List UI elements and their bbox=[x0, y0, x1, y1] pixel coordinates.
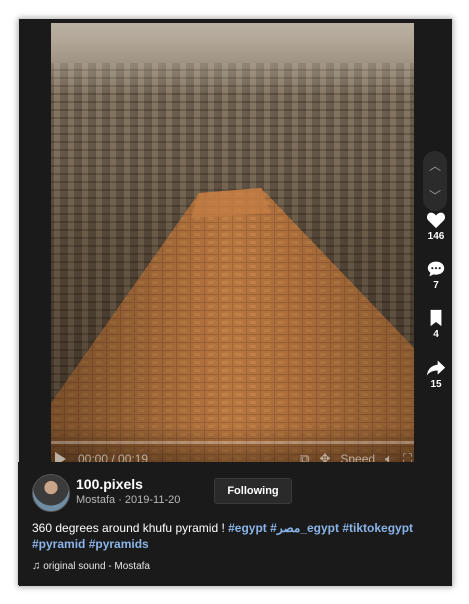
hashtag-link[interactable]: #tiktokegypt bbox=[342, 521, 413, 535]
video-control-row: 00:00 / 00:19 ⧉ ✥ Speed 🔈︎ ⛶ ⋯ bbox=[55, 449, 414, 463]
hashtag-link[interactable]: #egypt bbox=[228, 521, 267, 535]
video-player[interactable]: 00:00 / 00:19 ⧉ ✥ Speed 🔈︎ ⛶ ⋯ bbox=[51, 23, 414, 463]
hashtag-link[interactable]: #pyramids bbox=[89, 537, 149, 551]
music-note-icon: ♫ bbox=[32, 560, 41, 572]
hashtag-link[interactable]: #مصر_egypt bbox=[270, 521, 339, 535]
share-icon bbox=[426, 360, 446, 376]
like-button[interactable]: 146 bbox=[421, 211, 451, 242]
comment-count: 7 bbox=[433, 280, 439, 291]
comment-button[interactable]: 7 bbox=[421, 260, 451, 291]
heart-icon bbox=[426, 212, 446, 229]
chevron-up-icon[interactable]: ︿ bbox=[428, 159, 442, 173]
comment-icon bbox=[427, 261, 445, 277]
post-date: 2019-11-20 bbox=[124, 494, 181, 506]
share-button[interactable]: 15 bbox=[421, 359, 451, 390]
save-button[interactable]: 4 bbox=[421, 309, 451, 340]
hashtag-link[interactable]: #pyramid bbox=[32, 537, 85, 551]
author-date: Mostafa · 2019-11-20 bbox=[76, 494, 181, 506]
share-count: 15 bbox=[430, 379, 442, 390]
save-count: 4 bbox=[433, 329, 439, 340]
sound-label: original sound - Mostafa bbox=[43, 561, 150, 572]
caption-text: 360 degrees around khufu pyramid ! bbox=[32, 521, 229, 535]
sound-link[interactable]: ♫ original sound - Mostafa bbox=[32, 560, 150, 572]
caption: 360 degrees around khufu pyramid ! #egyp… bbox=[32, 520, 442, 552]
chevron-down-icon[interactable]: ﹀ bbox=[428, 189, 442, 203]
post-info: 100.pixels Mostafa · 2019-11-20 Followin… bbox=[18, 462, 451, 585]
username[interactable]: 100.pixels bbox=[76, 476, 143, 492]
following-button[interactable]: Following bbox=[214, 478, 292, 504]
bookmark-icon bbox=[430, 309, 442, 327]
video-progress-bar[interactable] bbox=[51, 441, 414, 444]
like-count: 146 bbox=[427, 231, 445, 242]
author-name[interactable]: Mostafa bbox=[76, 494, 115, 506]
avatar[interactable] bbox=[32, 474, 70, 512]
pyramid-image bbox=[51, 188, 414, 463]
